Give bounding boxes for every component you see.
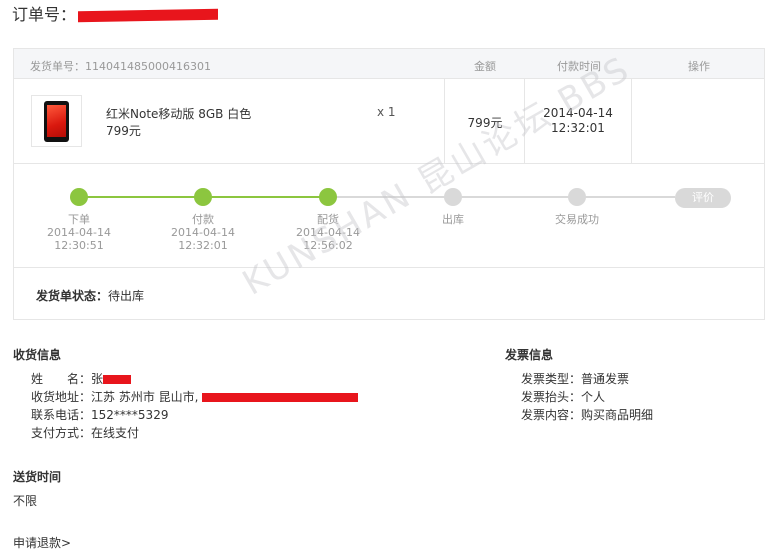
phone-image-icon bbox=[44, 101, 69, 142]
delivery-value: 不限 bbox=[13, 494, 38, 508]
product-row: 红米Note移动版 8GB 白色 799元 x 1 799元 2014-04-1… bbox=[14, 79, 764, 164]
progress-track bbox=[203, 196, 328, 198]
payment-label: 支付方式： bbox=[31, 426, 92, 440]
invoice-content-value: 购买商品明细 bbox=[581, 408, 654, 422]
rate-button[interactable]: 评价 bbox=[675, 188, 731, 208]
redaction-mark bbox=[78, 8, 219, 23]
address-value: 江苏 苏州市 昆山市, bbox=[91, 390, 199, 404]
invoice-content-row: 发票内容：购买商品明细 bbox=[521, 406, 653, 424]
phone-value: 152****5329 bbox=[91, 408, 169, 422]
invoice-info: 发票类型：普通发票 发票抬头：个人 发票内容：购买商品明细 bbox=[521, 370, 653, 424]
payment-method-row: 支付方式：在线支付 bbox=[31, 424, 358, 442]
redaction-mark bbox=[103, 375, 132, 384]
receiver-phone-row: 联系电话：152****5329 bbox=[31, 406, 358, 424]
name-label: 姓 名： bbox=[31, 372, 92, 386]
invoice-type-row: 发票类型：普通发票 bbox=[521, 370, 653, 388]
address-label: 收货地址： bbox=[31, 390, 92, 404]
refund-link[interactable]: 申请退款> bbox=[13, 534, 71, 551]
receiver-name-row: 姓 名：张 bbox=[31, 370, 358, 388]
invoice-content-label: 发票内容： bbox=[521, 408, 582, 422]
receiver-title: 收货信息 bbox=[13, 348, 62, 362]
progress-dot bbox=[70, 188, 88, 206]
phone-label: 联系电话： bbox=[31, 408, 92, 422]
progress-track bbox=[453, 196, 577, 198]
redaction-mark bbox=[202, 393, 359, 402]
progress-dot bbox=[194, 188, 212, 206]
delivery-title: 送货时间 bbox=[13, 470, 62, 484]
invoice-type-value: 普通发票 bbox=[581, 372, 630, 386]
shipment-status-value: 待出库 bbox=[108, 289, 145, 303]
invoice-head-row: 发票抬头：个人 bbox=[521, 388, 653, 406]
product-thumbnail[interactable] bbox=[31, 95, 82, 147]
shipment-status-label: 发货单状态： bbox=[36, 289, 109, 303]
progress-step-label: 交易成功 bbox=[555, 213, 599, 226]
product-quantity: x 1 bbox=[377, 105, 396, 119]
progress-step-label: 付款 2014-04-14 12:32:01 bbox=[171, 213, 235, 252]
product-price: 799元 bbox=[106, 124, 141, 138]
progress-track bbox=[79, 196, 203, 198]
progress-track bbox=[577, 196, 675, 198]
progress-step-label: 下单 2014-04-14 12:30:51 bbox=[47, 213, 111, 252]
invoice-type-label: 发票类型： bbox=[521, 372, 582, 386]
receiver-info: 姓 名：张 收货地址：江苏 苏州市 昆山市, 联系电话：152****5329 … bbox=[31, 370, 359, 442]
divider bbox=[631, 79, 632, 164]
column-action: 操作 bbox=[688, 60, 710, 73]
invoice-title: 发票信息 bbox=[505, 348, 554, 362]
shipment-status: 发货单状态：待出库 bbox=[36, 287, 144, 304]
progress-step-label: 出库 bbox=[442, 213, 464, 226]
progress-dot bbox=[568, 188, 586, 206]
payment-value: 在线支付 bbox=[91, 426, 140, 440]
invoice-head-label: 发票抬头： bbox=[521, 390, 582, 404]
order-number-label: 订单号： bbox=[12, 5, 77, 24]
order-number: 订单号： bbox=[12, 1, 219, 25]
column-amount: 金额 bbox=[474, 60, 496, 73]
product-name[interactable]: 红米Note移动版 8GB 白色 bbox=[106, 105, 251, 122]
receiver-address-row: 收货地址：江苏 苏州市 昆山市, bbox=[31, 388, 359, 406]
shipment-number: 发货单号：114041485000416301 bbox=[30, 60, 211, 73]
name-value: 张 bbox=[91, 372, 104, 386]
shipment-header: 发货单号：114041485000416301 金额 付款时间 操作 bbox=[14, 49, 764, 79]
invoice-head-value: 个人 bbox=[581, 390, 606, 404]
